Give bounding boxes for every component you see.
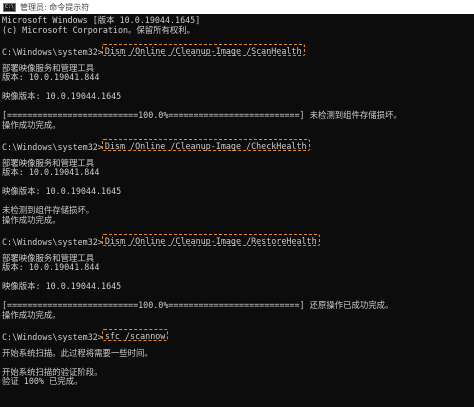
prompt-line: C:\Windows\system32> sfc /scannow	[2, 328, 472, 342]
output-line: 映像版本: 10.0.19044.1645	[2, 91, 122, 101]
output-line: 映像版本: 10.0.19044.1645	[2, 281, 122, 291]
highlighted-command: Dism /Online /Cleanup-Image /RestoreHeal…	[101, 233, 320, 246]
output-line: 映像版本: 10.0.19044.1645	[2, 186, 122, 196]
highlighted-command: Dism /Online /Cleanup-Image /ScanHealth	[101, 43, 305, 56]
highlighted-command: Dism /Online /Cleanup-Image /CheckHealth	[101, 138, 310, 151]
prompt-path: C:\Windows\system32>	[2, 46, 103, 57]
output-line: 操作成功完成。	[2, 214, 61, 225]
output-line: 版本: 10.0.19041.844	[2, 262, 100, 272]
prompt-line: C:\Windows\system32> Dism /Online /Cleanu…	[2, 138, 472, 152]
prompt-line: C:\Windows\system32> Dism /Online /Cleanu…	[2, 43, 472, 57]
prompt-line: C:\Windows\system32> Dism /Online /Cleanu…	[2, 233, 472, 247]
output-line: 操作成功完成。	[2, 119, 61, 130]
output-line: (c) Microsoft Corporation。保留所有权利。	[2, 24, 196, 35]
output-line: 版本: 10.0.19041.844	[2, 72, 100, 82]
cmd-icon: C:\_	[3, 2, 16, 12]
output-line: 开始系统扫描。此过程将需要一些时间。	[2, 347, 153, 358]
prompt-path: C:\Windows\system32>	[2, 331, 103, 342]
highlighted-command: sfc /scannow	[101, 328, 169, 341]
window-title: 管理员: 命令提示符	[20, 2, 90, 12]
prompt-path: C:\Windows\system32>	[2, 236, 103, 247]
output-line: 版本: 10.0.19041.844	[2, 167, 100, 177]
output-line: 验证 100% 已完成。	[2, 376, 83, 386]
output-line: 未检测到组件存储损坏。	[2, 205, 95, 215]
console-output[interactable]: Microsoft Windows [版本 10.0.19044.1645] (c…	[2, 15, 472, 387]
output-line: 操作成功完成。	[2, 309, 61, 320]
command-prompt-window: C:\_ 管理员: 命令提示符 Microsoft Windows [版本 10…	[0, 0, 474, 407]
output-line: [==========================100.0%=======…	[2, 300, 394, 310]
title-bar[interactable]: C:\_ 管理员: 命令提示符	[0, 0, 474, 14]
output-line: [==========================100.0%=======…	[2, 110, 402, 120]
prompt-path: C:\Windows\system32>	[2, 141, 103, 152]
